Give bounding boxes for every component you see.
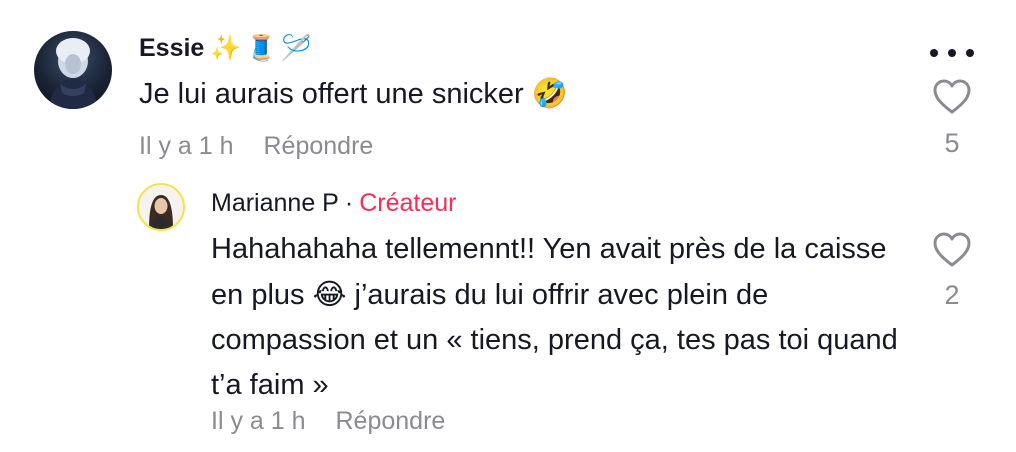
comment-timestamp: Il y a 1 h [139,132,234,160]
author-emoji-set: ✨🧵🪡 [210,33,316,62]
comment-reply-button[interactable]: Répondre [264,132,374,160]
profile-avatar-icon [48,38,98,109]
comment-text-body: Je lui aurais offert une snicker [139,78,524,110]
heart-icon [933,79,971,114]
comment-text: Je lui aurais offert une snicker 🤣 [139,73,568,114]
reply-meta: Il y a 1 h Répondre [211,405,445,437]
heart-icon [933,232,971,267]
reply-reply-button[interactable]: Répondre [336,407,446,435]
reply-author: Marianne P · Créateur [211,186,456,220]
rolling-laughing-emoji: 🤣 [531,76,568,110]
sewing-needle-emoji: 🪡 [280,33,316,62]
commenter-avatar[interactable] [34,31,112,109]
sparkles-emoji: ✨ [210,33,246,62]
comment-meta: Il y a 1 h Répondre [139,130,373,162]
tears-of-joy-emoji: 😂 [312,277,347,311]
thread-spool-emoji: 🧵 [245,33,281,62]
comment-like-button[interactable] [932,78,972,116]
reply-author-name[interactable]: Marianne P [211,189,339,217]
profile-avatar-icon [139,185,183,229]
more-options-button[interactable] [930,42,974,64]
more-icon-dot [948,49,956,57]
comment-author-name[interactable]: Essie [139,34,204,62]
more-icon-dot [966,49,974,57]
author-separator: · [344,189,354,217]
reply-author-avatar[interactable] [137,183,185,231]
comment-like-count: 5 [944,128,960,158]
creator-badge: Créateur [359,189,457,217]
reply-like-count: 2 [944,280,960,310]
reply-timestamp: Il y a 1 h [211,407,306,435]
reply-text: Hahahahaha tellemennt!! Yen avait près d… [211,227,911,408]
comment-author[interactable]: Essie ✨🧵🪡 [139,31,316,65]
reply-like-button[interactable] [932,231,972,269]
more-icon-dot [930,49,938,57]
